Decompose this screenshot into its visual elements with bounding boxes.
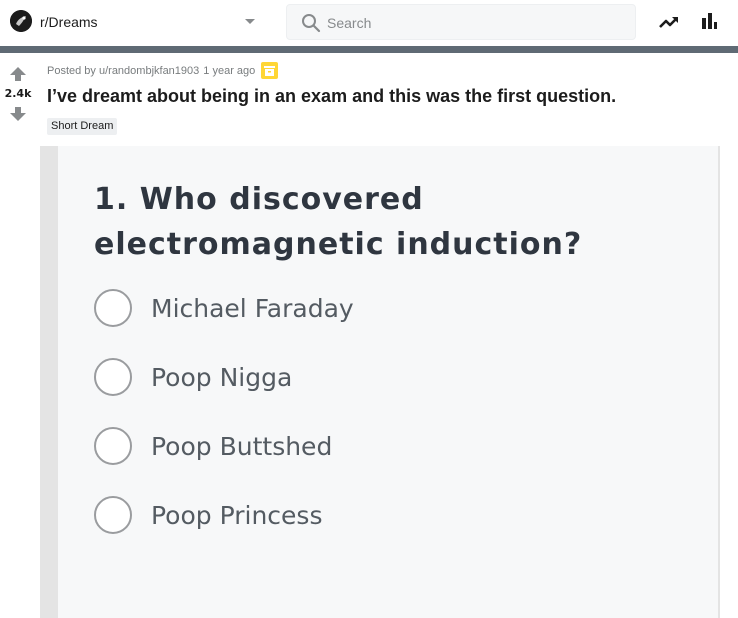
option-label: Poop Buttshed	[151, 431, 333, 461]
archive-icon	[261, 62, 279, 79]
search-icon	[301, 13, 321, 33]
radio-button-icon	[94, 358, 132, 396]
quiz-option: Poop Buttshed	[94, 426, 332, 466]
option-label: Poop Nigga	[151, 362, 293, 392]
post-title[interactable]: I’ve dreamt about being in an exam and t…	[47, 86, 616, 107]
chevron-down-icon[interactable]	[243, 13, 257, 27]
downvote-icon[interactable]	[10, 106, 26, 121]
trending-icon[interactable]	[658, 12, 680, 32]
quiz-option: Michael Faraday	[94, 288, 354, 328]
post-image[interactable]: 1. Who discovered electromagnetic induct…	[40, 146, 720, 618]
search-placeholder: Search	[327, 15, 372, 31]
post-time[interactable]: 1 year ago	[203, 65, 255, 77]
option-label: Michael Faraday	[151, 293, 354, 323]
top-bar: r/Dreams Search	[0, 0, 738, 44]
upvote-icon[interactable]	[10, 66, 26, 81]
post-flair[interactable]: Short Dream	[47, 118, 118, 135]
stats-icon[interactable]	[699, 11, 719, 31]
post-author[interactable]: Posted by u/randombjkfan1903	[47, 65, 199, 77]
subreddit-name[interactable]: r/Dreams	[40, 14, 98, 30]
search-bar[interactable]: Search	[286, 4, 636, 40]
subreddit-banner	[0, 46, 738, 53]
quiz-question: 1. Who discovered electromagnetic induct…	[94, 182, 583, 262]
quiz-card: 1. Who discovered electromagnetic induct…	[58, 146, 718, 618]
subreddit-avatar-icon[interactable]	[10, 10, 32, 32]
image-margin	[720, 146, 738, 618]
post-meta: Posted by u/randombjkfan1903 1 year ago	[47, 62, 279, 79]
radio-button-icon	[94, 427, 132, 465]
quiz-option: Poop Nigga	[94, 357, 292, 397]
radio-button-icon	[94, 289, 132, 327]
vote-count: 2.4k	[4, 87, 32, 100]
quiz-option: Poop Princess	[94, 495, 322, 535]
option-label: Poop Princess	[151, 500, 323, 530]
radio-button-icon	[94, 496, 132, 534]
